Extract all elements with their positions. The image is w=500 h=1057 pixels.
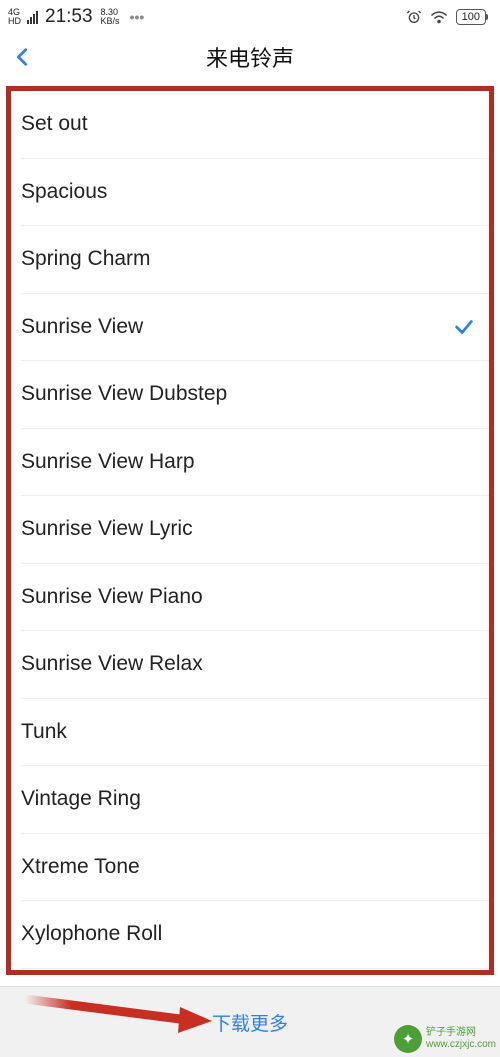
nav-bar: 来电铃声: [0, 32, 500, 82]
ringtone-label: Sunrise View Harp: [21, 450, 195, 474]
ringtone-row[interactable]: Spacious: [21, 159, 489, 227]
network-4g-hd-label: 4G HD: [8, 8, 21, 26]
clock-time: 21:53: [45, 6, 93, 28]
ringtone-row[interactable]: Vintage Ring: [21, 766, 489, 834]
watermark-site-name: 铲子手游网: [426, 1027, 496, 1039]
back-button[interactable]: [12, 40, 34, 79]
battery-indicator: 100: [456, 9, 486, 25]
ringtone-label: Sunrise View Dubstep: [21, 382, 227, 406]
status-left: 4G HD 21:53 8.30 KB/s •••: [8, 6, 144, 28]
ringtone-row[interactable]: Sunrise View Relax: [21, 631, 489, 699]
more-dots-icon: •••: [130, 9, 145, 25]
ringtone-row[interactable]: Sunrise View Dubstep: [21, 361, 489, 429]
ringtone-label: Xtreme Tone: [21, 855, 140, 879]
ringtone-row[interactable]: Xylophone Roll: [21, 901, 489, 969]
ringtone-label: Set out: [21, 112, 88, 136]
status-right: 100: [406, 9, 486, 25]
ringtone-label: Sunrise View: [21, 315, 143, 339]
ringtone-row[interactable]: Spring Charm: [21, 226, 489, 294]
ringtone-label: Tunk: [21, 720, 67, 744]
checkmark-icon: [453, 316, 475, 338]
ringtone-label: Spacious: [21, 180, 107, 204]
chevron-left-icon: [12, 40, 34, 74]
ringtone-row[interactable]: Sunrise View Piano: [21, 564, 489, 632]
highlighted-region: Set out Spacious Spring Charm Sunrise View S…: [6, 86, 494, 975]
ringtone-label: Sunrise View Piano: [21, 585, 203, 609]
ringtone-row[interactable]: Xtreme Tone: [21, 834, 489, 902]
ringtone-row[interactable]: Sunrise View Harp: [21, 429, 489, 497]
watermark: ✦ 铲子手游网 www.czjxjc.com: [394, 1025, 496, 1053]
watermark-url: www.czjxjc.com: [426, 1039, 496, 1051]
ringtone-row[interactable]: Sunrise View Lyric: [21, 496, 489, 564]
wifi-icon: [430, 10, 448, 24]
ringtone-row[interactable]: Sunrise View: [21, 294, 489, 362]
alarm-icon: [406, 9, 422, 25]
status-bar: 4G HD 21:53 8.30 KB/s ••• 100: [0, 0, 500, 32]
watermark-logo-icon: ✦: [394, 1025, 422, 1053]
ringtone-row[interactable]: Set out: [21, 91, 489, 159]
network-speed: 8.30 KB/s: [101, 8, 120, 26]
page-title: 来电铃声: [206, 41, 294, 73]
ringtone-label: Sunrise View Relax: [21, 652, 203, 676]
ringtone-label: Xylophone Roll: [21, 922, 162, 946]
ringtone-row[interactable]: Tunk: [21, 699, 489, 767]
ringtone-label: Spring Charm: [21, 247, 151, 271]
ringtone-label: Sunrise View Lyric: [21, 517, 193, 541]
download-more-button[interactable]: 下载更多: [212, 1009, 288, 1036]
signal-strength-icon: [27, 11, 38, 24]
ringtone-list[interactable]: Set out Spacious Spring Charm Sunrise View S…: [11, 91, 489, 969]
ringtone-label: Vintage Ring: [21, 787, 141, 811]
